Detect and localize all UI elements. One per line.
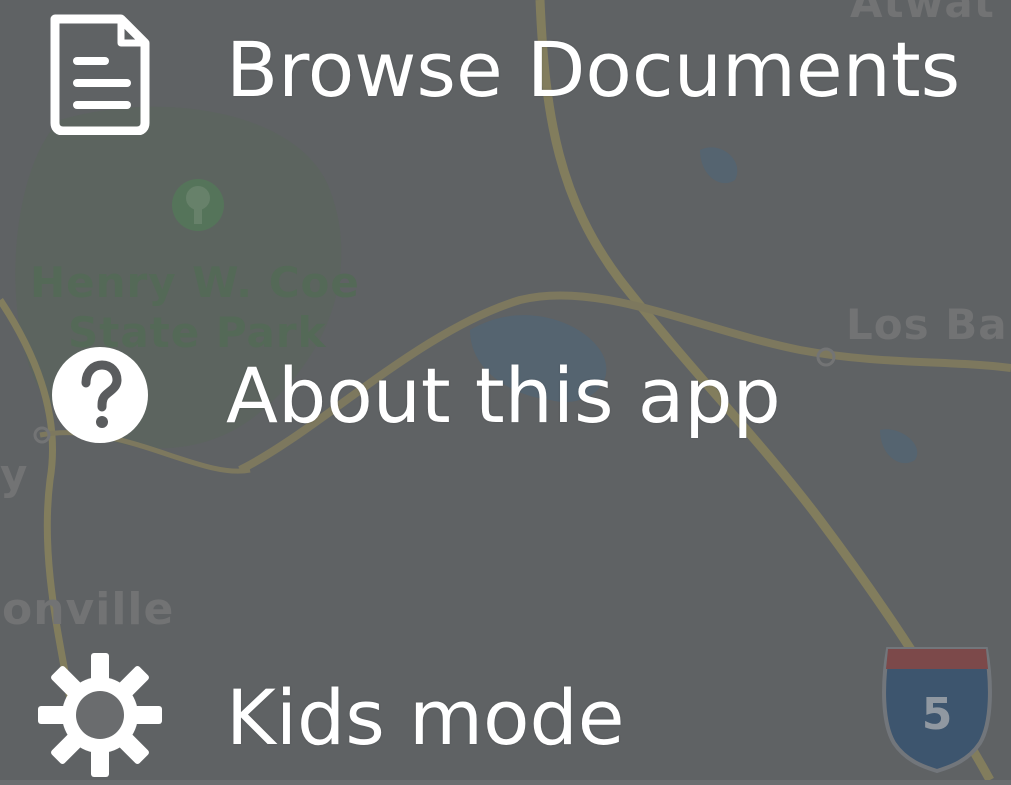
menu-item-label: About this app bbox=[226, 351, 781, 440]
menu-item-browse-documents[interactable]: Browse Documents bbox=[30, 8, 990, 138]
document-icon bbox=[30, 8, 170, 138]
gear-icon bbox=[30, 650, 170, 780]
help-icon bbox=[30, 330, 170, 460]
menu-item-label: Kids mode bbox=[226, 673, 625, 762]
menu-item-label: Browse Documents bbox=[226, 25, 961, 114]
menu-item-about[interactable]: About this app bbox=[30, 330, 990, 460]
menu-item-kids-mode[interactable]: Kids mode bbox=[30, 650, 990, 780]
